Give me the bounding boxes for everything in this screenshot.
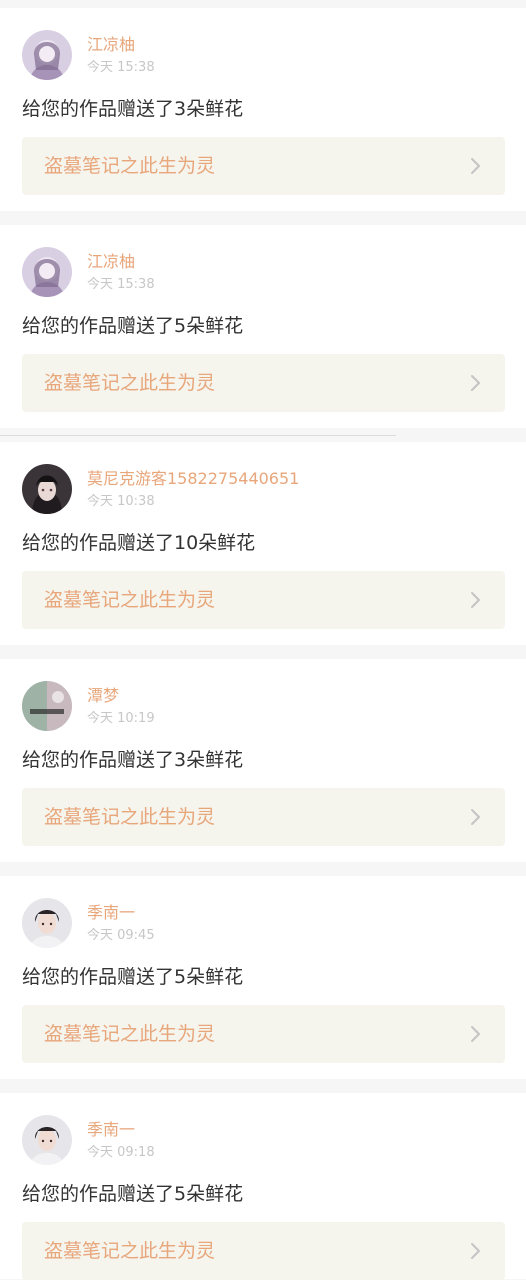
notification-card: 江凉柚 今天 15:38 给您的作品赠送了3朵鲜花 盗墓笔记之此生为灵 xyxy=(0,8,526,211)
avatar[interactable] xyxy=(22,1115,72,1165)
gift-message: 给您的作品赠送了3朵鲜花 xyxy=(22,749,244,771)
avatar[interactable] xyxy=(22,247,72,297)
avatar-scenery-icon xyxy=(22,681,72,731)
work-link[interactable]: 盗墓笔记之此生为灵 xyxy=(22,354,505,412)
timestamp: 今天 09:45 xyxy=(87,928,155,943)
work-link[interactable]: 盗墓笔记之此生为灵 xyxy=(22,137,505,195)
gift-message: 给您的作品赠送了10朵鲜花 xyxy=(22,532,256,554)
notification-card: 莫尼克游客1582275440651 今天 10:38 给您的作品赠送了10朵鲜… xyxy=(0,442,526,645)
work-title: 盗墓笔记之此生为灵 xyxy=(44,372,216,394)
work-title: 盗墓笔记之此生为灵 xyxy=(44,806,216,828)
notification-card: 潭梦 今天 10:19 给您的作品赠送了3朵鲜花 盗墓笔记之此生为灵 xyxy=(0,659,526,862)
chevron-right-icon xyxy=(467,373,485,393)
work-title: 盗墓笔记之此生为灵 xyxy=(44,155,216,177)
chevron-right-icon xyxy=(467,590,485,610)
chevron-right-icon xyxy=(467,807,485,827)
work-link[interactable]: 盗墓笔记之此生为灵 xyxy=(22,1222,505,1280)
work-title: 盗墓笔记之此生为灵 xyxy=(44,589,216,611)
work-title: 盗墓笔记之此生为灵 xyxy=(44,1240,216,1262)
gift-message: 给您的作品赠送了5朵鲜花 xyxy=(22,315,244,337)
notification-card: 江凉柚 今天 15:38 给您的作品赠送了5朵鲜花 盗墓笔记之此生为灵 xyxy=(0,225,526,428)
avatar-portrait-icon xyxy=(22,1115,72,1165)
avatar-dark-hair-girl-icon xyxy=(22,464,72,514)
work-title: 盗墓笔记之此生为灵 xyxy=(44,1023,216,1045)
user-name[interactable]: 潭梦 xyxy=(87,686,119,706)
avatar-anime-girl-icon xyxy=(22,247,72,297)
chevron-right-icon xyxy=(467,156,485,176)
user-name[interactable]: 季南一 xyxy=(87,1120,135,1140)
work-link[interactable]: 盗墓笔记之此生为灵 xyxy=(22,1005,505,1063)
avatar[interactable] xyxy=(22,898,72,948)
divider xyxy=(0,435,396,436)
chevron-right-icon xyxy=(467,1024,485,1044)
user-name[interactable]: 季南一 xyxy=(87,903,135,923)
avatar-portrait-icon xyxy=(22,898,72,948)
timestamp: 今天 15:38 xyxy=(87,60,155,75)
timestamp: 今天 10:38 xyxy=(87,494,155,509)
user-name[interactable]: 江凉柚 xyxy=(87,252,135,272)
chevron-right-icon xyxy=(467,1241,485,1261)
gift-message: 给您的作品赠送了3朵鲜花 xyxy=(22,98,244,120)
notification-card: 季南一 今天 09:18 给您的作品赠送了5朵鲜花 盗墓笔记之此生为灵 xyxy=(0,1093,526,1280)
avatar-anime-girl-icon xyxy=(22,30,72,80)
gift-message: 给您的作品赠送了5朵鲜花 xyxy=(22,1183,244,1205)
avatar[interactable] xyxy=(22,464,72,514)
gift-notification-feed: 江凉柚 今天 15:38 给您的作品赠送了3朵鲜花 盗墓笔记之此生为灵 江凉柚 … xyxy=(0,0,526,1280)
work-link[interactable]: 盗墓笔记之此生为灵 xyxy=(22,788,505,846)
gift-message: 给您的作品赠送了5朵鲜花 xyxy=(22,966,244,988)
timestamp: 今天 15:38 xyxy=(87,277,155,292)
work-link[interactable]: 盗墓笔记之此生为灵 xyxy=(22,571,505,629)
avatar[interactable] xyxy=(22,681,72,731)
timestamp: 今天 09:18 xyxy=(87,1145,155,1160)
user-name[interactable]: 莫尼克游客1582275440651 xyxy=(87,469,299,489)
timestamp: 今天 10:19 xyxy=(87,711,155,726)
notification-card: 季南一 今天 09:45 给您的作品赠送了5朵鲜花 盗墓笔记之此生为灵 xyxy=(0,876,526,1079)
user-name[interactable]: 江凉柚 xyxy=(87,35,135,55)
avatar[interactable] xyxy=(22,30,72,80)
